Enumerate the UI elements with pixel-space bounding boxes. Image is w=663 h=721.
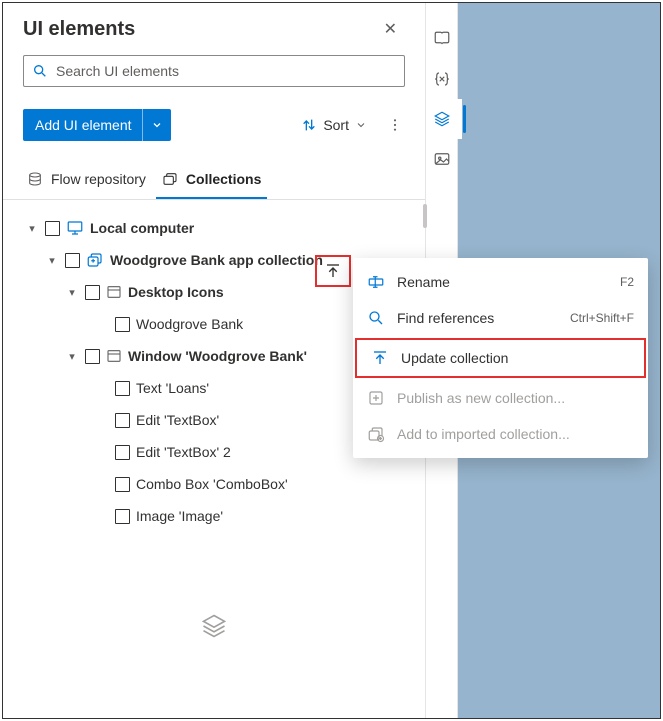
tabs: Flow repository Collections (3, 161, 425, 200)
add-ui-element-split[interactable] (142, 109, 171, 141)
checkbox[interactable] (115, 413, 130, 428)
computer-icon (66, 219, 84, 237)
checkbox[interactable] (115, 381, 130, 396)
menu-item-update-collection[interactable]: Update collection (355, 338, 646, 378)
chevron-down-icon[interactable]: ▾ (65, 286, 79, 299)
menu-item-find-references[interactable]: Find references Ctrl+Shift+F (353, 300, 648, 336)
tree-node-root[interactable]: ▾ Local computer (9, 212, 419, 244)
chevron-down-icon[interactable]: ▾ (25, 222, 39, 235)
tab-flow-repository[interactable]: Flow repository (21, 161, 152, 199)
checkbox[interactable] (85, 349, 100, 364)
panel-title: UI elements (23, 18, 135, 41)
checkbox[interactable] (115, 445, 130, 460)
update-collection-inline-button[interactable] (315, 255, 351, 287)
scrollbar-thumb[interactable] (423, 204, 427, 228)
upload-icon (371, 349, 389, 367)
checkbox[interactable] (85, 285, 100, 300)
tree-node-leaf[interactable]: ▾ Image 'Image' (9, 500, 419, 532)
rename-icon (367, 273, 385, 291)
chevron-down-icon (355, 119, 367, 131)
rail-layers-icon[interactable] (422, 99, 462, 139)
checkbox[interactable] (115, 477, 130, 492)
add-collection-icon (367, 425, 385, 443)
sort-button[interactable]: Sort (301, 117, 367, 133)
search-input[interactable] (23, 55, 405, 87)
more-options-button[interactable] (383, 113, 407, 137)
rail-copilot-icon[interactable] (422, 19, 462, 59)
menu-item-rename[interactable]: Rename F2 (353, 264, 648, 300)
checkbox[interactable] (115, 509, 130, 524)
collection-icon (86, 251, 104, 269)
window-icon (106, 348, 122, 364)
more-vertical-icon (387, 117, 403, 133)
search-icon (367, 309, 385, 327)
tab-collections[interactable]: Collections (156, 161, 267, 199)
close-icon[interactable]: ✕ (376, 15, 405, 43)
chevron-down-icon[interactable]: ▾ (45, 254, 59, 267)
checkbox[interactable] (65, 253, 80, 268)
empty-state-icon (9, 532, 419, 640)
upload-icon (324, 262, 342, 280)
sort-icon (301, 117, 317, 133)
chevron-down-icon (151, 119, 163, 131)
window-icon (106, 284, 122, 300)
checkbox[interactable] (115, 317, 130, 332)
menu-item-publish-as-new-collection: Publish as new collection... (353, 380, 648, 416)
checkbox[interactable] (45, 221, 60, 236)
collections-icon (162, 171, 178, 187)
context-menu: Rename F2 Find references Ctrl+Shift+F U… (353, 258, 648, 458)
rail-images-icon[interactable] (422, 139, 462, 179)
search-field[interactable] (56, 63, 396, 79)
repository-icon (27, 171, 43, 187)
add-ui-element-button[interactable]: Add UI element (23, 109, 171, 141)
search-icon (32, 63, 48, 79)
tree-node-leaf[interactable]: ▾ Combo Box 'ComboBox' (9, 468, 419, 500)
menu-item-add-to-imported-collection: Add to imported collection... (353, 416, 648, 452)
publish-icon (367, 389, 385, 407)
chevron-down-icon[interactable]: ▾ (65, 350, 79, 363)
rail-variables-icon[interactable] (422, 59, 462, 99)
